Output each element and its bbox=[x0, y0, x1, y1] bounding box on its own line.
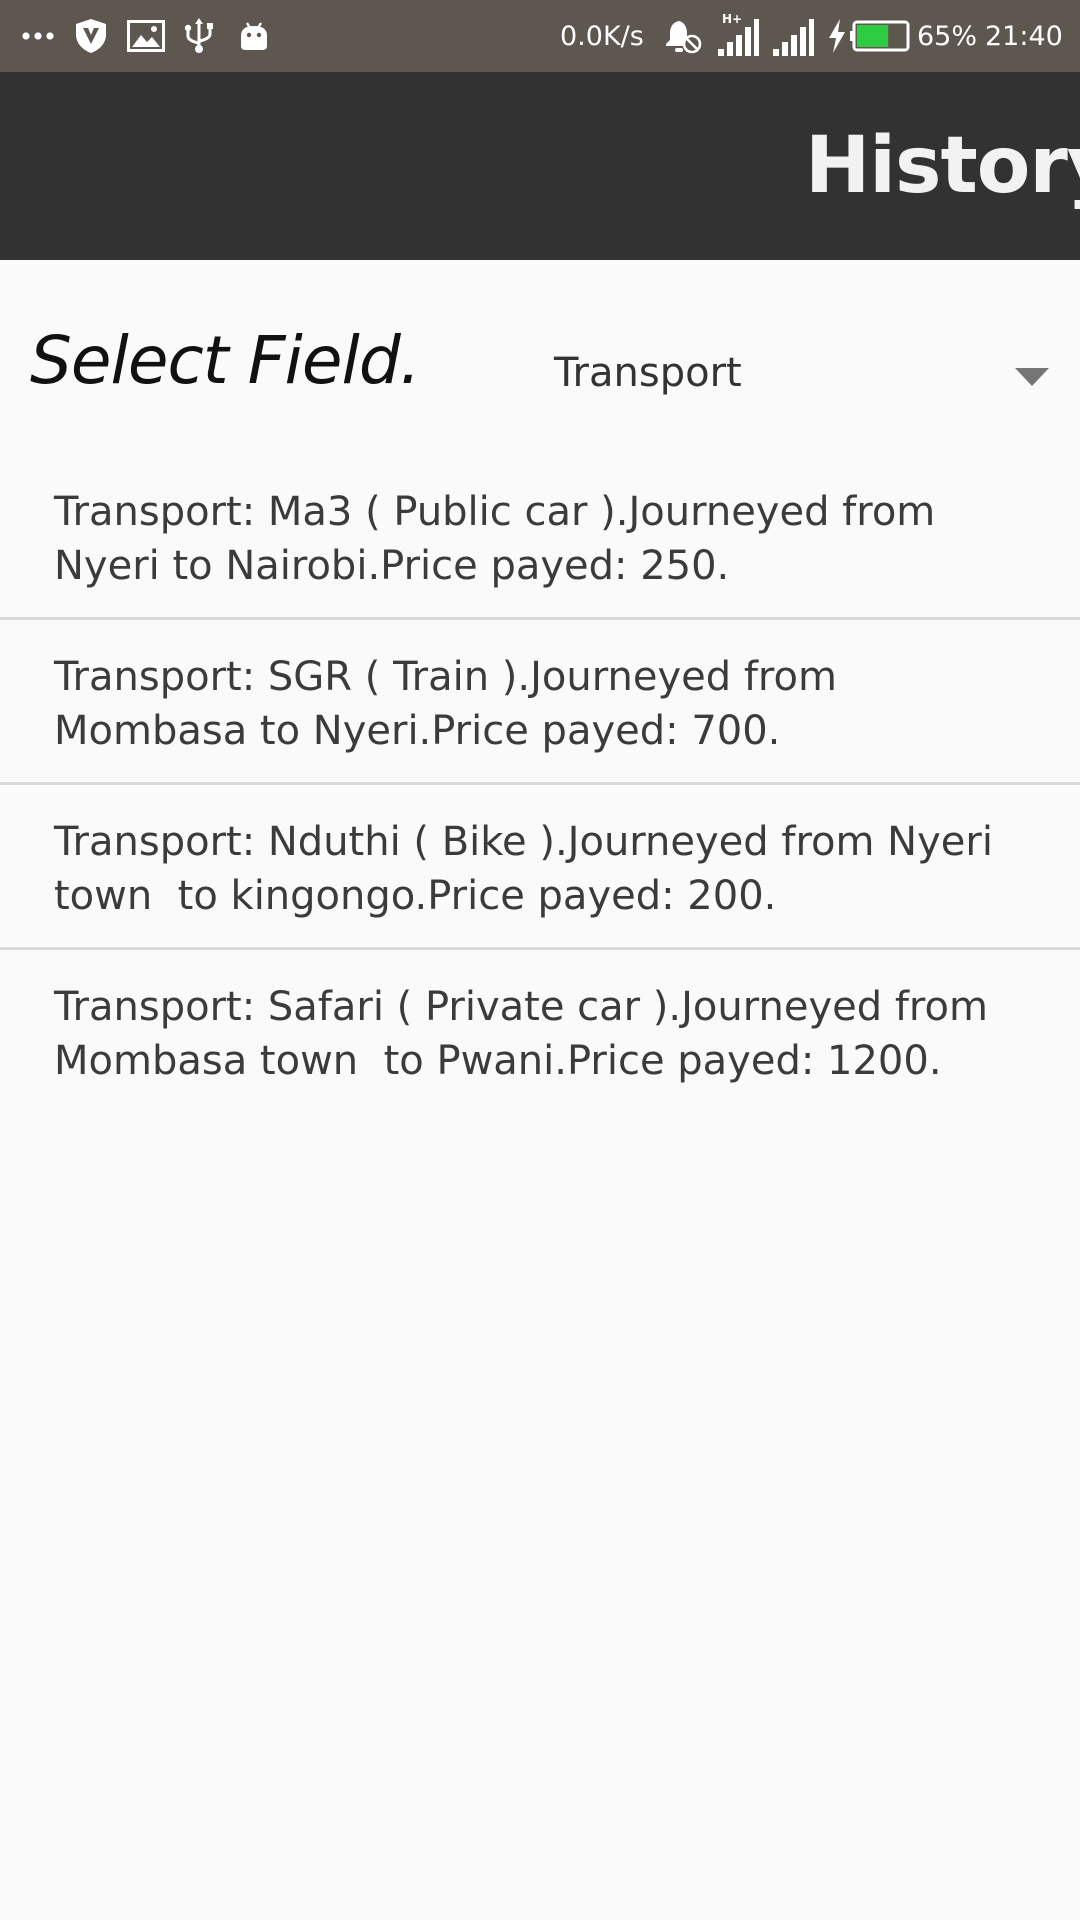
charging-bolt-icon bbox=[826, 0, 848, 72]
field-dropdown[interactable]: Transport bbox=[530, 330, 1060, 420]
status-bar: 0.0K/s H+ 65% 21:40 bbox=[0, 0, 1080, 72]
image-icon bbox=[127, 0, 165, 72]
dropdown-selected-value: Transport bbox=[554, 350, 742, 396]
net-speed-text: 0.0K/s bbox=[560, 20, 644, 52]
clock-text: 21:40 bbox=[985, 20, 1063, 52]
more-dots-icon bbox=[22, 0, 54, 72]
battery-level-fill bbox=[857, 25, 889, 47]
history-list-item[interactable]: Transport: SGR ( Train ).Journeyed from … bbox=[0, 620, 1080, 785]
network-type-text: H+ bbox=[722, 13, 742, 26]
android-icon bbox=[238, 0, 270, 72]
battery-percent-text: 65% bbox=[917, 20, 978, 52]
signal-icon bbox=[771, 0, 815, 72]
signal-icon: H+ bbox=[716, 0, 760, 72]
history-list-item[interactable]: Transport: Nduthi ( Bike ).Journeyed fro… bbox=[0, 785, 1080, 950]
history-item-text: Transport: Nduthi ( Bike ).Journeyed fro… bbox=[54, 819, 993, 919]
alarm-off-icon bbox=[664, 0, 702, 72]
history-item-text: Transport: Safari ( Private car ).Journe… bbox=[54, 984, 988, 1084]
shield-v-icon bbox=[74, 0, 108, 72]
select-field-label: Select Field. bbox=[30, 322, 421, 399]
usb-icon bbox=[182, 0, 216, 72]
history-item-text: Transport: Ma3 ( Public car ).Journeyed … bbox=[54, 489, 936, 589]
history-item-text: Transport: SGR ( Train ).Journeyed from … bbox=[54, 654, 837, 754]
battery-icon bbox=[849, 0, 911, 72]
dropdown-arrow-icon bbox=[1015, 368, 1049, 386]
history-list: Transport: Ma3 ( Public car ).Journeyed … bbox=[0, 455, 1080, 1115]
history-list-item[interactable]: Transport: Ma3 ( Public car ).Journeyed … bbox=[0, 455, 1080, 620]
page-title: History bbox=[805, 121, 1080, 211]
app-bar: History bbox=[0, 72, 1080, 260]
history-list-item[interactable]: Transport: Safari ( Private car ).Journe… bbox=[0, 950, 1080, 1115]
